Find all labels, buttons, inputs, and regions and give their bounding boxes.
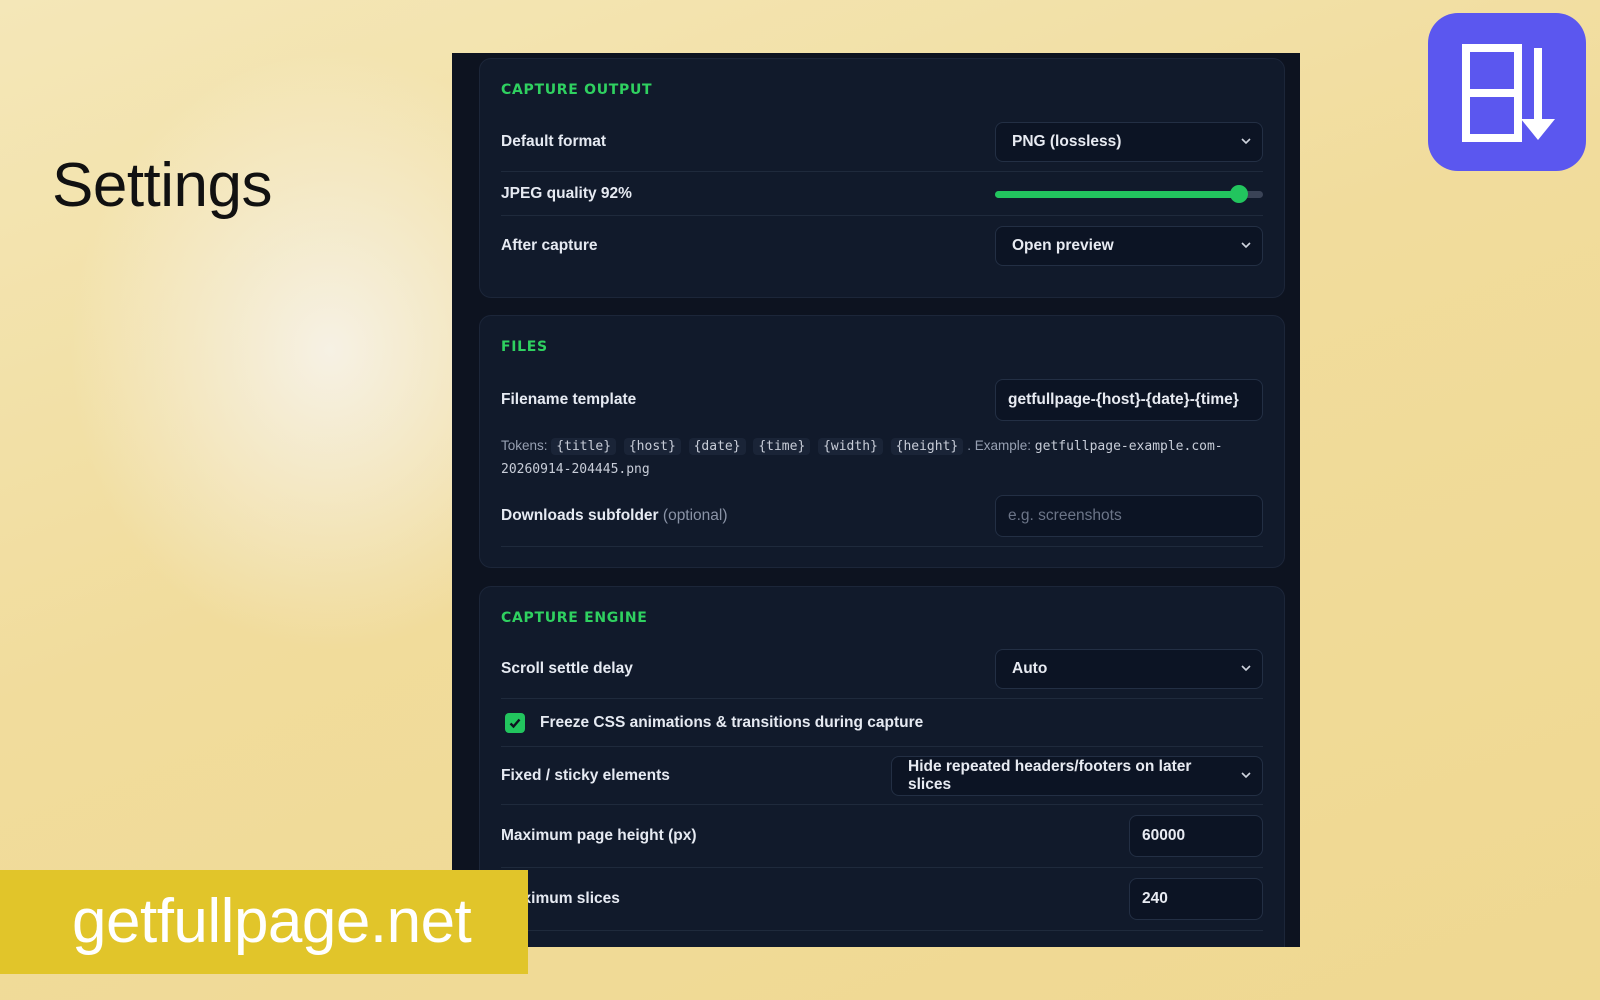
slider-thumb[interactable] xyxy=(1230,184,1249,203)
default-format-value: PNG (lossless) xyxy=(1012,132,1122,150)
filename-template-input[interactable]: getfullpage-{host}-{date}-{time} xyxy=(995,379,1263,421)
optional-hint: (optional) xyxy=(662,506,728,524)
default-format-row: Default format PNG (lossless) xyxy=(501,112,1263,172)
token-time: {time} xyxy=(753,438,811,455)
after-capture-row: After capture Open preview xyxy=(501,216,1263,276)
after-capture-select[interactable]: Open preview xyxy=(995,226,1263,266)
page-download-icon xyxy=(1462,44,1555,142)
token-title: {title} xyxy=(551,438,617,455)
app-logo xyxy=(1428,13,1586,171)
scroll-settle-select[interactable]: Auto xyxy=(995,648,1263,689)
max-page-height-row: Maximum page height (px) 60000 xyxy=(501,805,1263,868)
max-slices-input[interactable]: 240 xyxy=(1129,878,1263,920)
tokens-prefix: Tokens: xyxy=(501,438,548,453)
filename-template-row: Filename template getfullpage-{host}-{da… xyxy=(501,371,1263,429)
downloads-subfolder-label: Downloads subfolder (optional) xyxy=(501,507,728,525)
default-format-select[interactable]: PNG (lossless) xyxy=(995,121,1263,162)
max-slices-row: Maximum slices 240 xyxy=(501,868,1263,931)
scroll-settle-label: Scroll settle delay xyxy=(501,659,633,677)
section-title: CAPTURE ENGINE xyxy=(501,610,648,626)
section-title: CAPTURE OUTPUT xyxy=(501,82,653,98)
fixed-sticky-value: Hide repeated headers/footers on later s… xyxy=(908,757,1192,793)
section-title: FILES xyxy=(501,339,548,355)
check-icon xyxy=(509,718,521,728)
settings-panel: CAPTURE OUTPUT Default format PNG (lossl… xyxy=(452,53,1300,947)
fixed-sticky-row: Fixed / sticky elements Hide repeated he… xyxy=(501,747,1263,805)
filename-tokens-hint: Tokens: {title} {host} {date} {time} {wi… xyxy=(501,429,1263,485)
token-date: {date} xyxy=(688,438,746,455)
filename-template-label: Filename template xyxy=(501,391,637,408)
fixed-sticky-select[interactable]: Hide repeated headers/footers on later s… xyxy=(891,755,1263,796)
after-capture-label: After capture xyxy=(501,237,598,254)
promo-banner: getfullpage.net xyxy=(0,870,528,974)
after-capture-value: Open preview xyxy=(1012,237,1114,254)
subfolder-label-text: Downloads subfolder xyxy=(501,506,659,524)
jpeg-quality-row: JPEG quality 92% xyxy=(501,172,1263,216)
freeze-animations-row: Freeze CSS animations & transitions duri… xyxy=(501,699,1263,747)
chevron-down-icon xyxy=(1241,242,1251,249)
scroll-settle-row: Scroll settle delay Auto xyxy=(501,639,1263,699)
freeze-animations-checkbox[interactable] xyxy=(505,712,525,733)
freeze-animations-label: Freeze CSS animations & transitions duri… xyxy=(540,713,924,731)
chevron-down-icon xyxy=(1241,771,1251,778)
scroll-settle-value: Auto xyxy=(1012,659,1048,677)
jpeg-quality-label: JPEG quality 92% xyxy=(501,184,632,202)
promo-title: Settings xyxy=(52,151,273,220)
jpeg-quality-slider[interactable] xyxy=(995,184,1263,204)
downloads-subfolder-row: Downloads subfolder (optional) e.g. scre… xyxy=(501,485,1263,547)
fixed-sticky-label: Fixed / sticky elements xyxy=(501,766,670,784)
token-host: {host} xyxy=(623,438,681,455)
slider-fill xyxy=(995,190,1240,198)
chevron-down-icon xyxy=(1241,137,1251,144)
token-width: {width} xyxy=(818,438,883,455)
default-format-label: Default format xyxy=(501,132,607,150)
banner-text: getfullpage.net xyxy=(72,887,472,956)
max-page-height-label: Maximum page height (px) xyxy=(501,827,697,844)
downloads-subfolder-input[interactable]: e.g. screenshots xyxy=(995,494,1263,537)
files-section: FILES Filename template getfullpage-{hos… xyxy=(479,315,1285,568)
max-page-height-input[interactable]: 60000 xyxy=(1129,815,1263,857)
chevron-down-icon xyxy=(1241,664,1251,671)
example-prefix: . Example: xyxy=(967,438,1032,453)
token-height: {height} xyxy=(890,438,964,455)
capture-output-section: CAPTURE OUTPUT Default format PNG (lossl… xyxy=(479,58,1285,298)
capture-engine-section: CAPTURE ENGINE Scroll settle delay Auto … xyxy=(479,586,1285,947)
